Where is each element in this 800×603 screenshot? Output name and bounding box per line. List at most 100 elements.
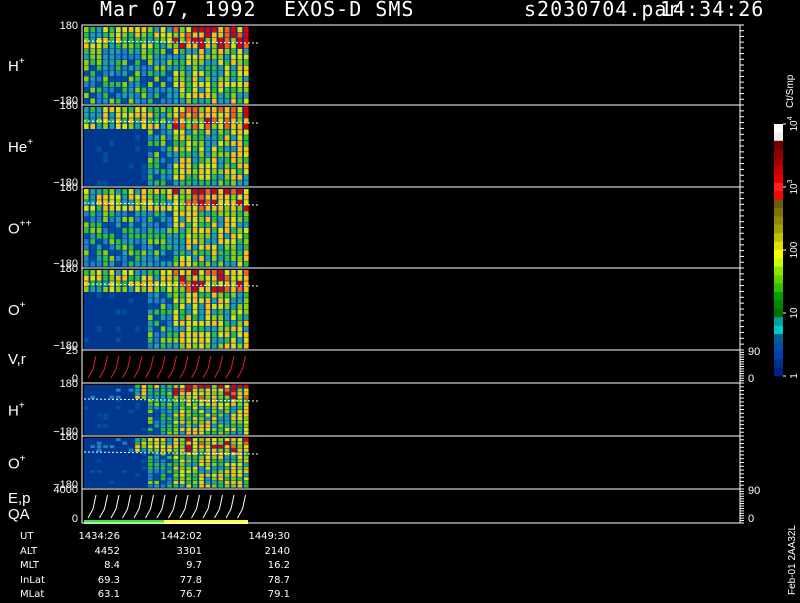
spectrogram-cell bbox=[96, 43, 102, 49]
spectrogram-cell bbox=[199, 107, 204, 113]
spectrogram-cell bbox=[212, 424, 217, 428]
spectrogram-cell bbox=[154, 222, 159, 228]
spectrogram-cell bbox=[192, 431, 198, 435]
spectrogram-cell bbox=[122, 244, 127, 250]
spectrogram-cell bbox=[237, 222, 243, 228]
spectrogram-cell bbox=[128, 388, 134, 392]
spectrogram-cell bbox=[231, 298, 236, 304]
spectrogram-cell bbox=[205, 332, 211, 338]
spectrogram-cell bbox=[237, 473, 243, 477]
spectrogram-cell bbox=[103, 286, 108, 292]
spectrogram-cell bbox=[192, 228, 198, 234]
spectrogram-cell bbox=[167, 470, 172, 474]
spectrogram-cell bbox=[237, 455, 243, 459]
spectrogram-cell bbox=[244, 410, 249, 414]
colorbar-swatch bbox=[774, 367, 783, 377]
spectrogram-cell bbox=[109, 250, 115, 256]
spectrogram-panel-6 bbox=[83, 385, 259, 435]
spectrogram-cell bbox=[148, 441, 153, 445]
spectrogram-cell bbox=[135, 270, 140, 276]
spectrogram-cell bbox=[224, 129, 230, 135]
spectrogram-cell bbox=[212, 189, 217, 195]
spectrogram-cell bbox=[148, 473, 153, 477]
spectrogram-cell bbox=[160, 275, 166, 281]
trace-segment bbox=[191, 355, 200, 379]
spectrogram-cell bbox=[160, 233, 166, 239]
spectrogram-cell bbox=[224, 275, 230, 281]
spectrogram-cell bbox=[173, 123, 179, 129]
energy-trace bbox=[87, 494, 246, 519]
spectrogram-cell bbox=[186, 49, 191, 54]
spectrogram-cell bbox=[173, 169, 179, 175]
spectrogram-cell bbox=[128, 43, 134, 49]
spectrogram-cell bbox=[96, 32, 102, 38]
spectrogram-cell bbox=[199, 233, 204, 239]
spectrogram-cell bbox=[212, 441, 217, 445]
ymax-label: 180 bbox=[60, 263, 78, 275]
trace-segment bbox=[110, 355, 120, 379]
spectrogram-cell bbox=[173, 255, 179, 261]
spectrogram-cell bbox=[186, 395, 191, 399]
spectrogram-cell bbox=[135, 216, 140, 222]
spectrogram-cell bbox=[231, 233, 236, 239]
spectrogram-cell bbox=[224, 427, 230, 431]
spectrogram-cell bbox=[84, 98, 89, 104]
spectrogram-cell bbox=[199, 216, 204, 222]
spectrogram-cell bbox=[180, 211, 185, 217]
spectrogram-cell bbox=[116, 98, 121, 104]
spectrogram-cell bbox=[205, 157, 211, 163]
ymax-label: 25 bbox=[66, 345, 78, 357]
spectrogram-cell bbox=[199, 222, 204, 228]
spectrogram-cell bbox=[224, 135, 230, 141]
spectrogram-cell bbox=[173, 250, 179, 256]
spectrogram-data-layer bbox=[83, 27, 259, 524]
spectrogram-cell bbox=[237, 43, 243, 49]
spectrogram-cell bbox=[96, 211, 102, 217]
spectrogram-cell bbox=[167, 244, 172, 250]
spectrogram-cell bbox=[167, 71, 172, 76]
spectrogram-cell bbox=[199, 129, 204, 135]
spectrogram-cell bbox=[160, 463, 166, 467]
spectrogram-cell bbox=[128, 239, 134, 245]
spectrogram-cell bbox=[128, 244, 134, 250]
spectrogram-cell bbox=[218, 392, 223, 396]
spectrogram-cell bbox=[128, 27, 134, 32]
spectrogram-cell bbox=[173, 244, 179, 250]
spectrogram-cell bbox=[180, 228, 185, 234]
spectrogram-cell bbox=[244, 337, 249, 343]
spectrogram-cell bbox=[231, 406, 236, 410]
spectrogram-cell bbox=[84, 82, 89, 87]
spectrogram-cell bbox=[192, 157, 198, 163]
spectrogram-cell bbox=[199, 43, 204, 49]
spectrogram-cell bbox=[154, 275, 159, 281]
spectrogram-cell bbox=[199, 27, 204, 32]
spectrogram-cell bbox=[148, 315, 153, 321]
spectrogram-cell bbox=[186, 424, 191, 428]
spectrogram-cell bbox=[212, 76, 217, 82]
spectrogram-cell bbox=[141, 60, 147, 65]
spectrogram-cell bbox=[231, 303, 236, 309]
spectrogram-cell bbox=[109, 71, 115, 76]
spectrogram-cell bbox=[180, 152, 185, 158]
spectrogram-cell bbox=[218, 189, 223, 195]
spectrogram-cell bbox=[122, 239, 127, 245]
spectrogram-cell bbox=[224, 455, 230, 459]
spectrogram-cell bbox=[224, 107, 230, 113]
spectrogram-cell bbox=[167, 228, 172, 234]
spectrogram-cell bbox=[180, 163, 185, 169]
panel-background bbox=[84, 438, 248, 488]
spectrogram-cell bbox=[224, 326, 230, 332]
spectrogram-cell bbox=[173, 71, 179, 76]
spectrogram-cell bbox=[128, 216, 134, 222]
spectrogram-cell bbox=[224, 140, 230, 146]
spectrogram-cell bbox=[224, 420, 230, 424]
spectrogram-cell bbox=[122, 441, 127, 445]
spectrogram-cell bbox=[84, 54, 89, 60]
spectrogram-cell bbox=[244, 140, 249, 146]
spectrogram-cell bbox=[167, 484, 172, 488]
spectrogram-cell bbox=[212, 228, 217, 234]
spectrogram-cell bbox=[186, 402, 191, 406]
spectrogram-cell bbox=[96, 146, 102, 152]
spectrogram-cell bbox=[116, 233, 121, 239]
spectrogram-cell bbox=[148, 54, 153, 60]
